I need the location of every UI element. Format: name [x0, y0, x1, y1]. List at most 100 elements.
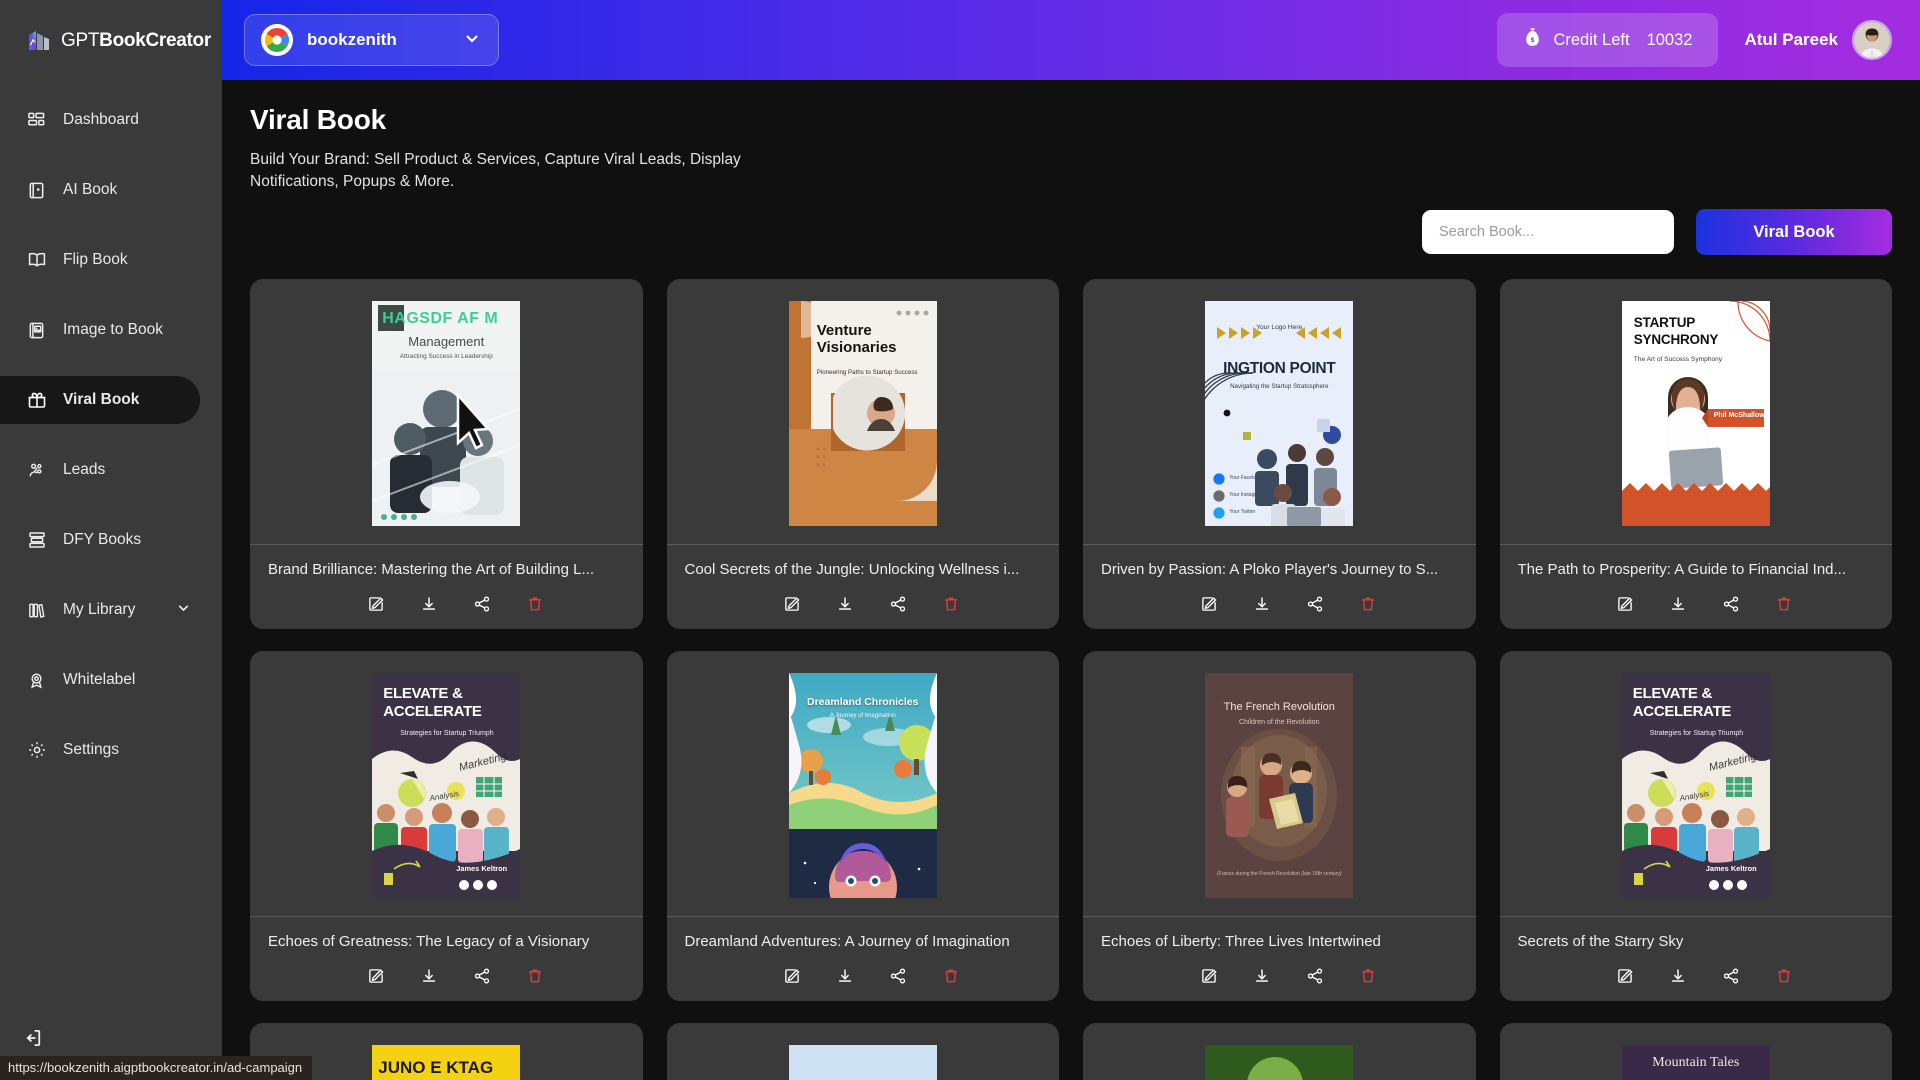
sidebar-item-label: Flip Book: [63, 251, 128, 268]
download-icon[interactable]: [1669, 966, 1688, 985]
book-card-actions: [268, 966, 625, 985]
page-subtitle: Build Your Brand: Sell Product & Service…: [250, 151, 741, 191]
share-icon[interactable]: [1722, 594, 1741, 613]
book-card[interactable]: Mountain Tales: [1499, 1023, 1892, 1080]
download-icon[interactable]: [836, 594, 855, 613]
credit-left-badge[interactable]: $ Credit Left 10032: [1497, 13, 1719, 67]
download-icon[interactable]: [1252, 594, 1271, 613]
delete-trash-icon[interactable]: [942, 594, 961, 613]
book-card-actions: [685, 594, 1042, 613]
delete-trash-icon[interactable]: [525, 594, 544, 613]
book-card-actions: [1101, 966, 1458, 985]
project-selector-dropdown[interactable]: bookzenith: [244, 14, 499, 66]
user-name-label: Atul Pareek: [1744, 30, 1838, 49]
delete-trash-icon[interactable]: [525, 966, 544, 985]
book-card[interactable]: Dreamland Chronicles A Journey of Imagin…: [666, 651, 1059, 1002]
share-icon[interactable]: [1305, 966, 1324, 985]
delete-trash-icon[interactable]: [1358, 594, 1377, 613]
stacked-books-icon: [26, 530, 47, 551]
book-cover-image: JUNO E KTAG: [372, 1045, 521, 1080]
share-icon[interactable]: [1722, 966, 1741, 985]
search-input[interactable]: [1422, 210, 1674, 255]
cover-tagline: The Art of Success Symphony: [1633, 356, 1723, 364]
edit-icon[interactable]: [783, 594, 802, 613]
logo-bold: BookCreator: [99, 30, 211, 51]
edit-icon[interactable]: [366, 594, 385, 613]
book-card[interactable]: Your Logo Here INGTION POINT Navigating …: [1083, 279, 1476, 630]
book-card-body: Echoes of Liberty: Three Lives Intertwin…: [1083, 916, 1476, 1001]
sidebar-item-whitelabel[interactable]: Whitelabel: [0, 656, 222, 704]
book-card[interactable]: HAGSDF AF M Management Attracting Succes…: [250, 279, 643, 630]
book-cover-image: [788, 1045, 937, 1080]
download-icon[interactable]: [836, 966, 855, 985]
sidebar-item-label: AI Book: [63, 181, 118, 198]
cover-social-3: Your Twitter: [1229, 509, 1256, 516]
book-card[interactable]: STARTUP SYNCHRONY The Art of Success Sym…: [1499, 279, 1892, 630]
edit-icon[interactable]: [366, 966, 385, 985]
book-card[interactable]: [666, 1023, 1060, 1080]
sidebar-item-ai-book[interactable]: AI Book: [0, 166, 222, 214]
project-name-label: bookzenith: [307, 30, 397, 49]
edit-icon[interactable]: [1199, 594, 1218, 613]
cover-social-icons: [1708, 879, 1752, 893]
download-icon[interactable]: [1252, 966, 1271, 985]
browser-status-bar-url: https://bookzenith.aigptbookcreator.in/a…: [0, 1056, 313, 1080]
share-icon[interactable]: [889, 594, 908, 613]
sidebar-item-my-library[interactable]: My Library: [0, 586, 222, 634]
book-card[interactable]: Marketing Analysis ELEVATE & ACCELERATE …: [250, 651, 643, 1002]
chevron-down-icon[interactable]: [175, 599, 192, 621]
book-card-actions: [268, 594, 625, 613]
book-cover-wrap: Venture Visionaries Pioneering Paths to …: [667, 279, 1060, 544]
download-icon[interactable]: [1669, 594, 1688, 613]
edit-icon[interactable]: [783, 966, 802, 985]
sidebar-item-leads[interactable]: Leads: [0, 446, 222, 494]
book-card[interactable]: Marketing Analysis ELEVATE & ACCELERATE …: [1499, 651, 1893, 1002]
cover-headline: Venture Visionaries: [816, 322, 897, 357]
gear-icon: [26, 740, 47, 761]
share-icon[interactable]: [889, 966, 908, 985]
share-icon[interactable]: [1305, 594, 1324, 613]
content-toolbar: Viral Book: [250, 209, 1892, 256]
cover-social-icons: [458, 879, 502, 893]
download-icon[interactable]: [419, 966, 438, 985]
book-card[interactable]: The French Revolution Children of the Re…: [1083, 651, 1476, 1002]
logout-icon[interactable]: [22, 1027, 44, 1054]
book-cover-wrap: [667, 1023, 1060, 1080]
book-cover-image: Marketing Analysis ELEVATE & ACCELERATE …: [372, 673, 521, 899]
book-cover-wrap: Marketing Analysis ELEVATE & ACCELERATE …: [1500, 651, 1893, 916]
delete-trash-icon[interactable]: [1775, 594, 1794, 613]
share-icon[interactable]: [472, 594, 491, 613]
sidebar-item-flip-book[interactable]: Flip Book: [0, 236, 222, 284]
delete-trash-icon[interactable]: [1775, 966, 1794, 985]
sidebar-item-dashboard[interactable]: Dashboard: [0, 96, 222, 144]
sidebar-item-image-to-book[interactable]: Image to Book: [0, 306, 222, 354]
download-icon[interactable]: [419, 594, 438, 613]
cover-tagline: Strategies for Startup Triumph: [400, 730, 494, 738]
book-card[interactable]: Venture Visionaries Pioneering Paths to …: [666, 279, 1060, 630]
user-menu[interactable]: Atul Pareek: [1744, 20, 1892, 60]
sidebar-item-settings[interactable]: Settings: [0, 726, 222, 774]
sidebar-item-viral-book[interactable]: Viral Book: [0, 376, 200, 424]
edit-icon[interactable]: [1616, 594, 1635, 613]
edit-icon[interactable]: [1616, 966, 1635, 985]
edit-icon[interactable]: [1199, 966, 1218, 985]
avatar[interactable]: [1852, 20, 1892, 60]
sidebar-item-label: Whitelabel: [63, 671, 136, 688]
sidebar-item-dfy-books[interactable]: DFY Books: [0, 516, 222, 564]
chevron-down-icon[interactable]: [462, 28, 482, 53]
cover-headline: The French Revolution: [1223, 701, 1335, 714]
book-title: Dreamland Adventures: A Journey of Imagi…: [684, 933, 1010, 951]
book-cover-image: Marketing Analysis ELEVATE & ACCELERATE …: [1621, 673, 1770, 899]
award-badge-icon: [26, 670, 47, 691]
cover-headline: INGTION POINT: [1223, 360, 1336, 378]
book-card[interactable]: [1083, 1023, 1476, 1080]
share-icon[interactable]: [472, 966, 491, 985]
viral-book-button[interactable]: Viral Book: [1696, 209, 1892, 256]
book-grid: HAGSDF AF M Management Attracting Succes…: [250, 279, 1892, 1080]
delete-trash-icon[interactable]: [1358, 966, 1377, 985]
sidebar-item-label: Settings: [63, 741, 120, 758]
app-logo[interactable]: GPTBookCreator: [0, 0, 222, 54]
ai-book-icon: [26, 180, 47, 201]
app-logo-text: GPTBookCreator: [61, 30, 211, 52]
delete-trash-icon[interactable]: [942, 966, 961, 985]
